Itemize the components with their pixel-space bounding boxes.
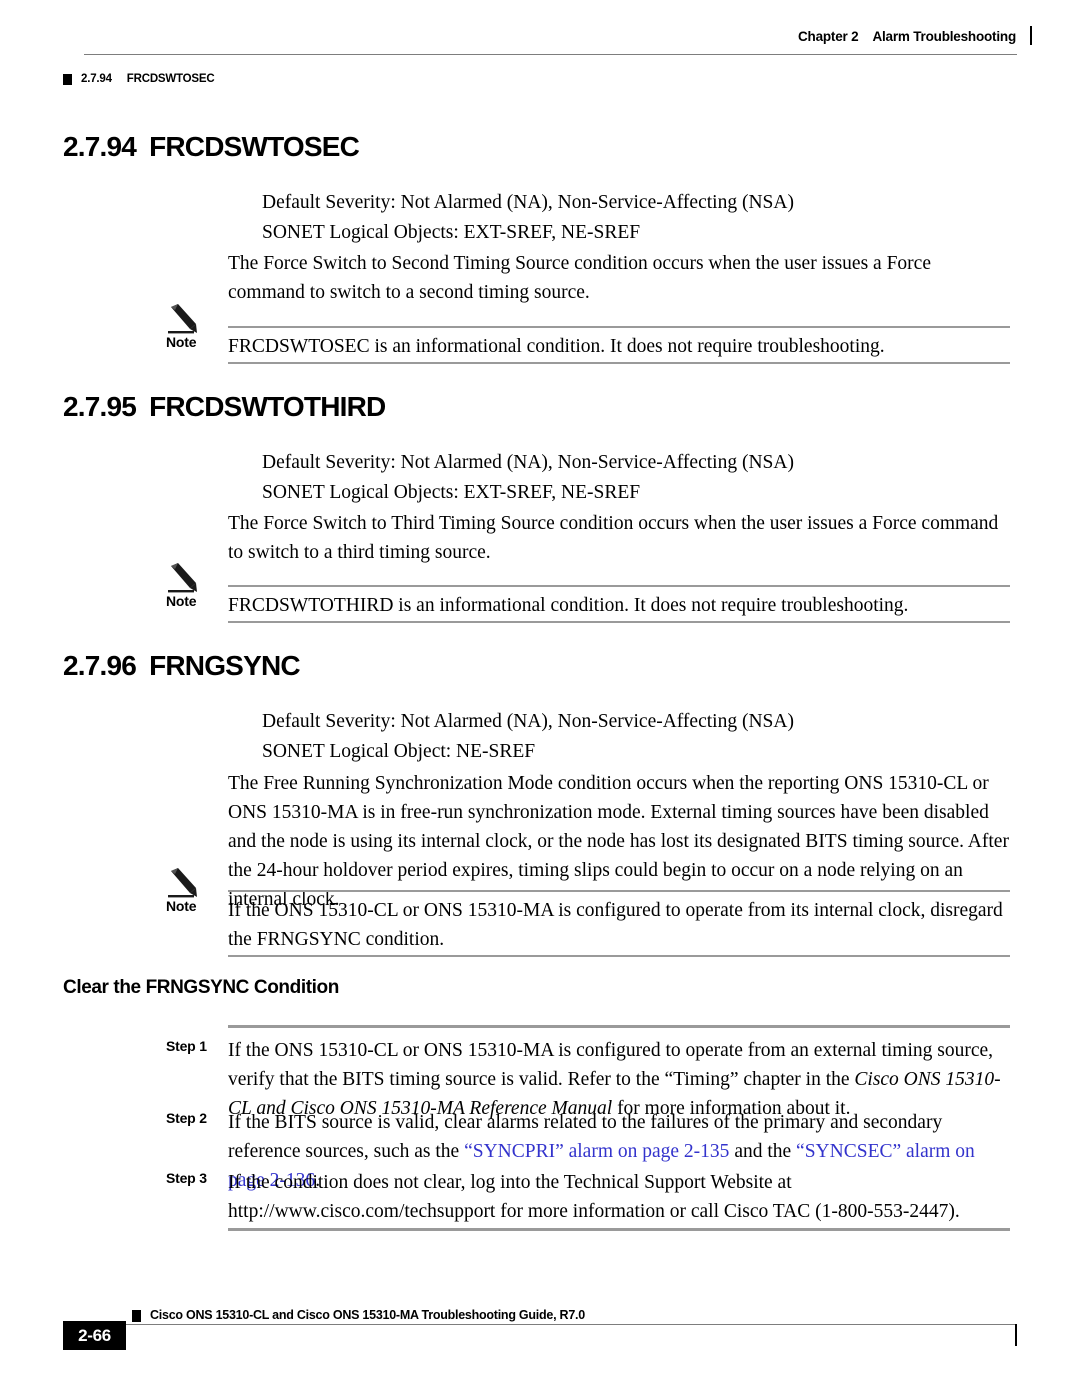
- note-2-text: FRCDSWTOTHIRD is an informational condit…: [228, 595, 909, 616]
- step-2: Step 2 If the BITS source is valid, clea…: [166, 1108, 1010, 1191]
- link-syncpri-alarm[interactable]: “SYNCPRI” alarm on page 2-135: [464, 1141, 729, 1162]
- note-block-2: Note FRCDSWTOTHIRD is an informational c…: [166, 563, 1010, 625]
- section-2-title: FRCDSWTOTHIRD: [149, 391, 386, 422]
- note-block-1: Note FRCDSWTOSEC is an informational con…: [166, 304, 1010, 366]
- page-footer: 2-66 Cisco ONS 15310-CL and Cisco ONS 15…: [0, 1277, 1080, 1397]
- header-divider: [84, 54, 1017, 55]
- step-2-label: Step 2: [166, 1110, 207, 1126]
- section-1-description: The Force Switch to Second Timing Source…: [228, 253, 931, 303]
- step-1-label: Step 1: [166, 1038, 207, 1054]
- note-1-rule-top: [228, 326, 1010, 328]
- header-tick-mark: [1030, 26, 1032, 45]
- header-section-marker: 2.7.94 FRCDSWTOSEC: [63, 73, 215, 85]
- section-3-title: FRNGSYNC: [149, 650, 301, 681]
- section-heading-3: 2.7.96 FRNGSYNC: [63, 650, 301, 682]
- note-3-label: Note: [166, 898, 197, 914]
- step-3-text: If the condition does not clear, log int…: [228, 1172, 960, 1222]
- document-page: Chapter 2 Alarm Troubleshooting 2.7.94 FR…: [0, 0, 1080, 1397]
- section-3-severity: Default Severity: Not Alarmed (NA), Non-…: [262, 711, 794, 732]
- square-bullet-icon: [63, 73, 72, 85]
- step-3: Step 3 If the condition does not clear, …: [166, 1168, 1010, 1230]
- note-2-rule-bottom: [228, 621, 1010, 623]
- section-2-description: The Force Switch to Third Timing Source …: [228, 513, 999, 563]
- note-2-label: Note: [166, 593, 197, 609]
- step-3-label: Step 3: [166, 1170, 207, 1186]
- header-section-number: 2.7.94: [81, 73, 112, 85]
- section-3-number: 2.7.96: [63, 650, 137, 681]
- note-3-rule-bottom: [228, 955, 1010, 957]
- header-chapter: Chapter 2: [797, 29, 859, 44]
- square-bullet-icon: [132, 1310, 141, 1322]
- step-2-text-b: and the: [729, 1141, 797, 1162]
- note-block-3: Note If the ONS 15310-CL or ONS 15310-MA…: [166, 868, 1010, 960]
- section-3-objects: SONET Logical Object: NE-SREF: [262, 741, 536, 762]
- pencil-icon: [168, 304, 197, 334]
- note-2-rule-top: [228, 585, 1010, 587]
- footer-guide-title: Cisco ONS 15310-CL and Cisco ONS 15310-M…: [150, 1308, 585, 1322]
- pencil-icon: [168, 563, 197, 593]
- note-1-text: FRCDSWTOSEC is an informational conditio…: [228, 336, 885, 357]
- section-1-number: 2.7.94: [63, 131, 137, 162]
- header-chapter-title: Alarm Troubleshooting: [872, 29, 1016, 44]
- procedure-rule-top: [228, 1025, 1010, 1028]
- section-2-number: 2.7.95: [63, 391, 137, 422]
- section-2-severity: Default Severity: Not Alarmed (NA), Non-…: [262, 452, 794, 473]
- section-1-severity: Default Severity: Not Alarmed (NA), Non-…: [262, 192, 794, 213]
- footer-tick-mark: [1015, 1324, 1017, 1346]
- footer-divider: [120, 1324, 1017, 1325]
- section-1-title: FRCDSWTOSEC: [149, 131, 360, 162]
- page-number-badge: 2-66: [63, 1321, 126, 1350]
- note-1-label: Note: [166, 334, 197, 350]
- pencil-icon: [168, 868, 197, 898]
- section-2-objects: SONET Logical Objects: EXT-SREF, NE-SREF: [262, 482, 641, 503]
- header-section-title: FRCDSWTOSEC: [126, 73, 215, 85]
- page-header: Chapter 2 Alarm Troubleshooting 2.7.94 FR…: [0, 26, 1080, 85]
- note-3-text: If the ONS 15310-CL or ONS 15310-MA is c…: [228, 900, 1003, 950]
- procedure-heading: Clear the FRNGSYNC Condition: [63, 977, 339, 998]
- note-1-rule-bottom: [228, 362, 1010, 364]
- section-heading-1: 2.7.94 FRCDSWTOSEC: [63, 131, 360, 163]
- section-heading-2: 2.7.95 FRCDSWTOTHIRD: [63, 391, 386, 423]
- section-1-objects: SONET Logical Objects: EXT-SREF, NE-SREF: [262, 222, 641, 243]
- note-3-rule-top: [228, 890, 1010, 892]
- header-running-head: Chapter 2 Alarm Troubleshooting: [798, 26, 1032, 45]
- procedure-rule-bottom: [228, 1228, 1010, 1231]
